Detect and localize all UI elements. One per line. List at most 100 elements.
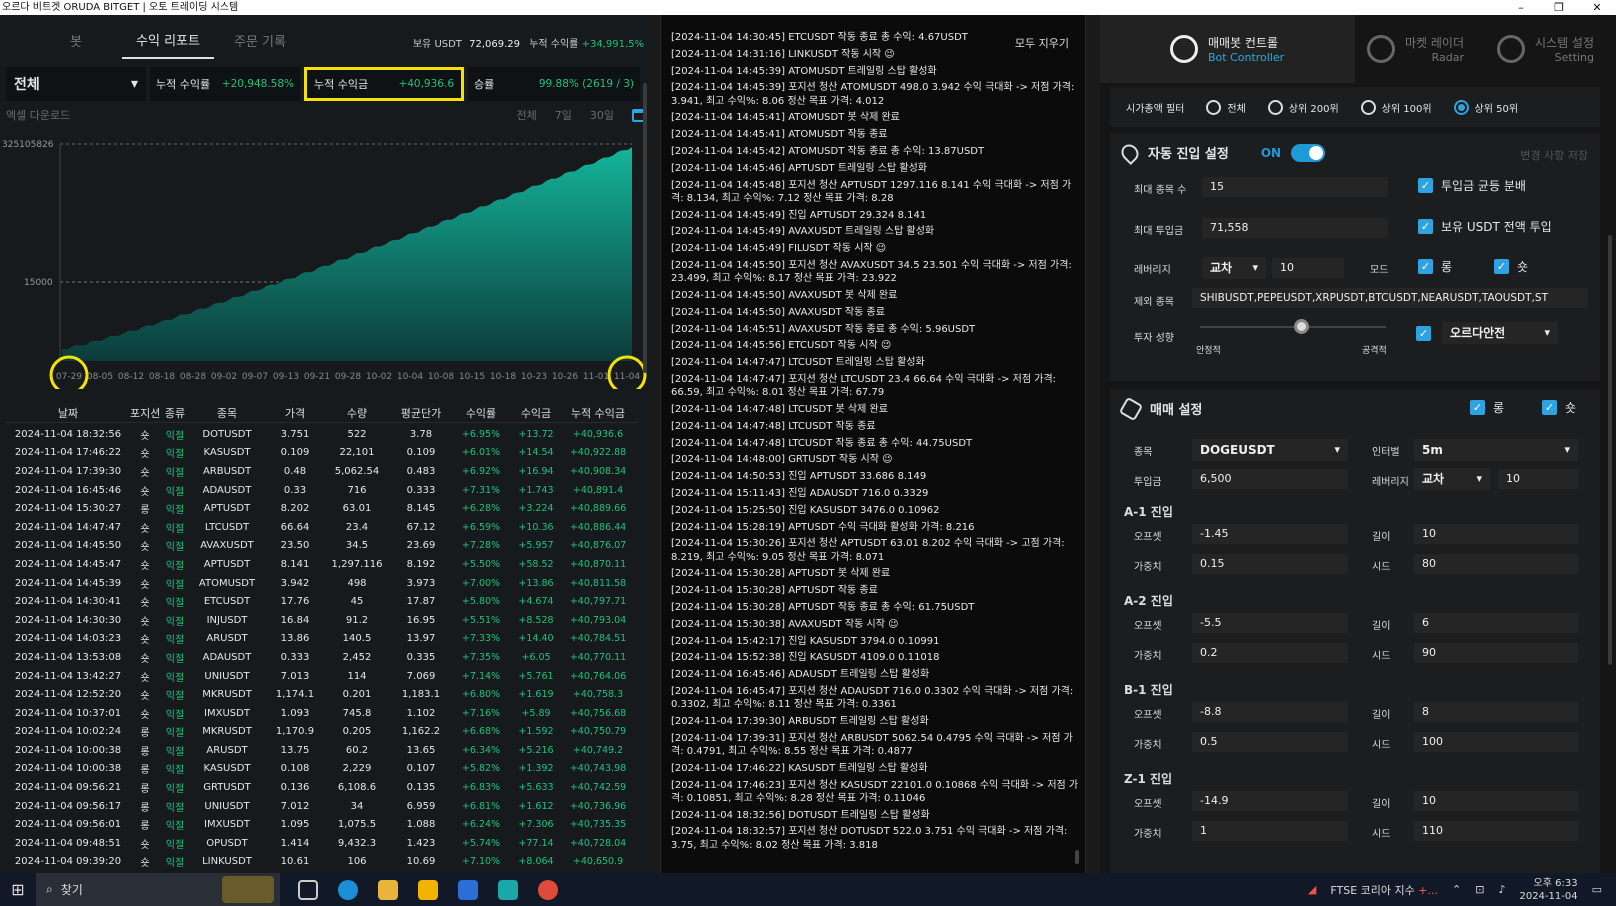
maximize-button[interactable]: ❐: [1540, 0, 1578, 15]
max-invest-input[interactable]: 71,558: [1202, 218, 1388, 238]
table-row[interactable]: 2024-11-04 10:02:24 롱 익절 MKRUSDT 1,170.9 0.20…: [6, 723, 638, 742]
table-row[interactable]: 2024-11-04 13:42:27 숏 익절 UNIUSDT 7.013 114 7.0…: [6, 667, 638, 686]
file-explorer-icon[interactable]: [378, 879, 398, 900]
tendency-slider-knob[interactable]: [1294, 319, 1310, 334]
table-row[interactable]: 2024-11-04 10:37:01 숏 익절 IMXUSDT 1.093 745.8 1…: [6, 704, 638, 723]
report-scrollbar[interactable]: [643, 83, 647, 373]
seed-input[interactable]: 110: [1414, 821, 1578, 841]
taskbar-search[interactable]: ⌕ 찾기: [36, 873, 280, 906]
tab-radar[interactable]: 마켓 레이더 Radar: [1355, 15, 1485, 83]
filter-top100-radio[interactable]: 상위 100위: [1360, 99, 1432, 115]
length-input[interactable]: 8: [1414, 702, 1578, 722]
range-7d-button[interactable]: 7일: [555, 107, 572, 123]
length-input[interactable]: 10: [1414, 524, 1578, 544]
tab-setting[interactable]: 시스템 설정 Setting: [1485, 15, 1615, 83]
table-row[interactable]: 2024-11-04 10:00:38 롱 익절 ARUSDT 13.75 60.2 13.…: [6, 741, 638, 760]
table-row[interactable]: 2024-11-04 14:45:39 숏 익절 ATOMUSDT 3.942 498 3.…: [6, 574, 638, 593]
interval-select[interactable]: 5m: [1414, 439, 1578, 461]
minimize-button[interactable]: –: [1502, 0, 1540, 15]
max-count-input[interactable]: 15: [1202, 177, 1388, 197]
edge-icon[interactable]: [338, 879, 358, 900]
network-icon[interactable]: ⊡: [1475, 883, 1484, 896]
table-row[interactable]: 2024-11-04 14:03:23 숏 익절 ARUSDT 13.86 140.5 13…: [6, 630, 638, 649]
clear-log-button[interactable]: 모두 지우기: [1015, 35, 1069, 51]
col-header[interactable]: 수량: [326, 405, 388, 422]
weight-input[interactable]: 1: [1192, 821, 1348, 841]
table-row[interactable]: 2024-11-04 10:00:38 롱 익절 KASUSDT 0.108 2,229 0…: [6, 760, 638, 779]
offset-input[interactable]: -14.9: [1192, 791, 1348, 811]
col-header[interactable]: 가격: [264, 405, 326, 422]
table-row[interactable]: 2024-11-04 14:45:47 숏 익절 APTUSDT 8.141 1,297.…: [6, 555, 638, 574]
table-row[interactable]: 2024-11-04 09:56:01 롱 익절 IMXUSDT 1.095 1,075.…: [6, 815, 638, 834]
length-input[interactable]: 10: [1414, 791, 1578, 811]
table-row[interactable]: 2024-11-04 16:45:46 숏 익절 ADAUSDT 0.33 716 0.33…: [6, 481, 638, 500]
task-view-icon[interactable]: [298, 879, 318, 900]
tendency-checkbox[interactable]: ✓: [1416, 326, 1431, 341]
table-row[interactable]: 2024-11-04 17:46:22 숏 익절 KASUSDT 0.109 22,101…: [6, 444, 638, 463]
filter-top200-radio[interactable]: 상위 200위: [1267, 99, 1339, 115]
even-split-checkbox[interactable]: ✓ 투입금 균등 분배: [1418, 177, 1526, 194]
tab-bot-controller[interactable]: 매매봇 컨트롤 Bot Controller: [1100, 15, 1355, 83]
tray-chevron-icon[interactable]: ⌃: [1452, 883, 1461, 896]
seed-input[interactable]: 100: [1414, 732, 1578, 752]
clock[interactable]: 오후 6:33 2024-11-04: [1519, 877, 1577, 903]
ticker-widget[interactable]: FTSE 코리아 지수 +...: [1330, 882, 1438, 898]
trading-app-icon[interactable]: [498, 879, 518, 900]
volume-icon[interactable]: ♪: [1498, 883, 1505, 896]
table-row[interactable]: 2024-11-04 17:39:30 숏 익절 ARBUSDT 0.48 5,062.5…: [6, 462, 638, 481]
symbol-select[interactable]: DOGEUSDT: [1192, 439, 1348, 461]
leverage-mode-select[interactable]: 교차: [1202, 257, 1266, 279]
col-header[interactable]: 종류: [160, 405, 190, 422]
tendency-preset-select[interactable]: 오르다안전: [1442, 322, 1558, 344]
trade-long-checkbox[interactable]: ✓ 롱: [1470, 399, 1504, 416]
table-row[interactable]: 2024-11-04 09:39:20 숏 익절 LINKUSDT 10.61 106 10…: [6, 853, 638, 872]
save-changes-button[interactable]: 변경 사항 저장: [1520, 147, 1588, 163]
symbol-filter-select[interactable]: 전체 ▾: [6, 67, 146, 101]
trade-short-checkbox[interactable]: ✓ 숏: [1542, 399, 1576, 416]
weight-input[interactable]: 0.15: [1192, 554, 1348, 574]
col-header[interactable]: 누적 수익금: [564, 405, 632, 422]
table-row[interactable]: 2024-11-04 18:32:56 숏 익절 DOTUSDT 3.751 522 3.7…: [6, 425, 638, 444]
auto-entry-toggle[interactable]: [1291, 143, 1326, 162]
close-button[interactable]: ✕: [1578, 0, 1616, 15]
table-row[interactable]: 2024-11-04 14:30:30 숏 익절 INJUSDT 16.84 91.2 16…: [6, 611, 638, 630]
col-header[interactable]: 평균단가: [388, 405, 454, 422]
range-30d-button[interactable]: 30일: [590, 107, 614, 123]
col-header[interactable]: 수익금: [508, 405, 564, 422]
mode-long-checkbox[interactable]: ✓ 롱: [1418, 258, 1452, 275]
table-row[interactable]: 2024-11-04 14:47:47 숏 익절 LTCUSDT 66.64 23.4 67…: [6, 518, 638, 537]
tab-profit-report[interactable]: 수익 리포트: [122, 22, 214, 59]
filter-top50-radio[interactable]: 상위 50위: [1453, 99, 1518, 115]
offset-input[interactable]: -8.8: [1192, 702, 1348, 722]
trade-leverage-mode-select[interactable]: 교차: [1414, 468, 1490, 490]
leverage-input[interactable]: 10: [1272, 258, 1344, 278]
col-header[interactable]: 종목: [190, 405, 264, 422]
seed-input[interactable]: 80: [1414, 554, 1578, 574]
offset-input[interactable]: -1.45: [1192, 524, 1348, 544]
range-all-button[interactable]: 전체: [517, 107, 537, 123]
tab-bot[interactable]: 봇: [30, 23, 122, 58]
excel-download-link[interactable]: 엑셀 다운로드: [6, 107, 70, 123]
filter-all-radio[interactable]: 전체: [1206, 99, 1246, 115]
col-header[interactable]: 수익률: [454, 405, 508, 422]
mode-short-checkbox[interactable]: ✓ 숏: [1494, 258, 1528, 275]
weight-input[interactable]: 0.5: [1192, 732, 1348, 752]
table-row[interactable]: 2024-11-04 14:30:41 숏 익절 ETCUSDT 17.76 45 17.8…: [6, 592, 638, 611]
tendency-slider-track[interactable]: [1200, 326, 1386, 328]
notification-icon[interactable]: ▭: [1592, 883, 1602, 896]
table-row[interactable]: 2024-11-04 09:48:51 숏 익절 OPUSDT 1.414 9,432.3…: [6, 834, 638, 853]
windows-start-icon[interactable]: ⊞: [0, 880, 36, 899]
log-scrollbar[interactable]: [1075, 850, 1079, 864]
table-row[interactable]: 2024-11-04 09:56:17 롱 익절 UNIUSDT 7.012 34 6.95…: [6, 797, 638, 816]
col-header[interactable]: 날짜: [6, 405, 130, 422]
trade-leverage-input[interactable]: 10: [1498, 469, 1578, 489]
mail-icon[interactable]: [458, 879, 478, 900]
all-usdt-checkbox[interactable]: ✓ 보유 USDT 전액 투입: [1418, 218, 1552, 235]
table-row[interactable]: 2024-11-04 13:53:08 숏 익절 ADAUSDT 0.333 2,452 0…: [6, 648, 638, 667]
table-row[interactable]: 2024-11-04 12:52:20 숏 익절 MKRUSDT 1,174.1 0.20…: [6, 685, 638, 704]
col-header[interactable]: 포지션: [130, 405, 160, 422]
invest-input[interactable]: 6,500: [1192, 469, 1348, 489]
weight-input[interactable]: 0.2: [1192, 643, 1348, 663]
tab-order-history[interactable]: 주문 기록: [214, 23, 306, 58]
exclude-input[interactable]: SHIBUSDT,PEPEUSDT,XRPUSDT,BTCUSDT,NEARUS…: [1192, 288, 1588, 308]
